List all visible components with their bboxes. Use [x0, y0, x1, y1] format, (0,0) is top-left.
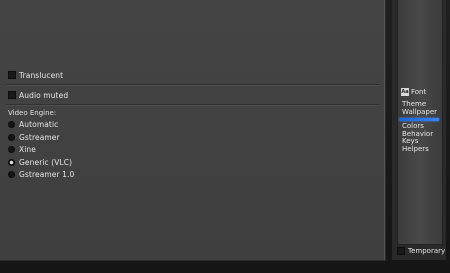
radio-label: Gstreamer 1.0	[19, 169, 75, 179]
sidebar-item-font[interactable]: Aa Font	[401, 88, 426, 96]
temporary-label: Temporary	[408, 247, 446, 255]
radio-gstreamer-1-0[interactable]: Gstreamer 1.0	[8, 168, 74, 180]
radio-label: Generic (VLC)	[19, 157, 73, 167]
radio-gstreamer[interactable]: Gstreamer	[8, 131, 60, 143]
divider	[6, 104, 379, 105]
translucent-label: Translucent	[19, 70, 64, 80]
divider	[6, 84, 379, 85]
audio-muted-label: Audio muted	[19, 90, 69, 100]
radio-label: Gstreamer	[19, 132, 60, 142]
sidebar-menu: Theme Wallpaper Colors Behavior Keys Hel…	[402, 100, 437, 154]
radio-generic-vlc[interactable]: Generic (VLC)	[8, 156, 72, 168]
radio-button[interactable]	[8, 120, 15, 128]
translucent-option[interactable]: Translucent	[8, 69, 63, 81]
sidebar-item-wallpaper[interactable]: Wallpaper	[402, 108, 437, 117]
wallpaper-highlight-bar	[399, 118, 439, 121]
sidebar-item-label: Font	[411, 88, 427, 96]
radio-button[interactable]	[8, 133, 15, 141]
settings-window: Translucent Audio muted Video Engine: Au…	[0, 0, 450, 273]
audio-muted-checkbox[interactable]	[8, 91, 16, 99]
radio-automatic[interactable]: Automatic	[8, 118, 58, 130]
settings-main-panel: Translucent Audio muted Video Engine: Au…	[0, 0, 386, 261]
font-icon: Aa	[401, 88, 409, 96]
audio-muted-option[interactable]: Audio muted	[8, 89, 68, 101]
translucent-checkbox[interactable]	[8, 71, 16, 79]
temporary-option[interactable]: Temporary	[397, 247, 445, 255]
video-engine-label: Video Engine:	[8, 109, 57, 117]
radio-label: Xine	[19, 144, 36, 154]
temporary-checkbox[interactable]	[397, 247, 405, 255]
radio-button[interactable]	[8, 170, 15, 178]
radio-button[interactable]	[8, 145, 15, 153]
radio-label: Automatic	[19, 119, 59, 129]
radio-xine[interactable]: Xine	[8, 143, 36, 155]
radio-button-selected[interactable]	[8, 158, 15, 166]
sidebar-item-helpers[interactable]: Helpers	[402, 145, 437, 154]
